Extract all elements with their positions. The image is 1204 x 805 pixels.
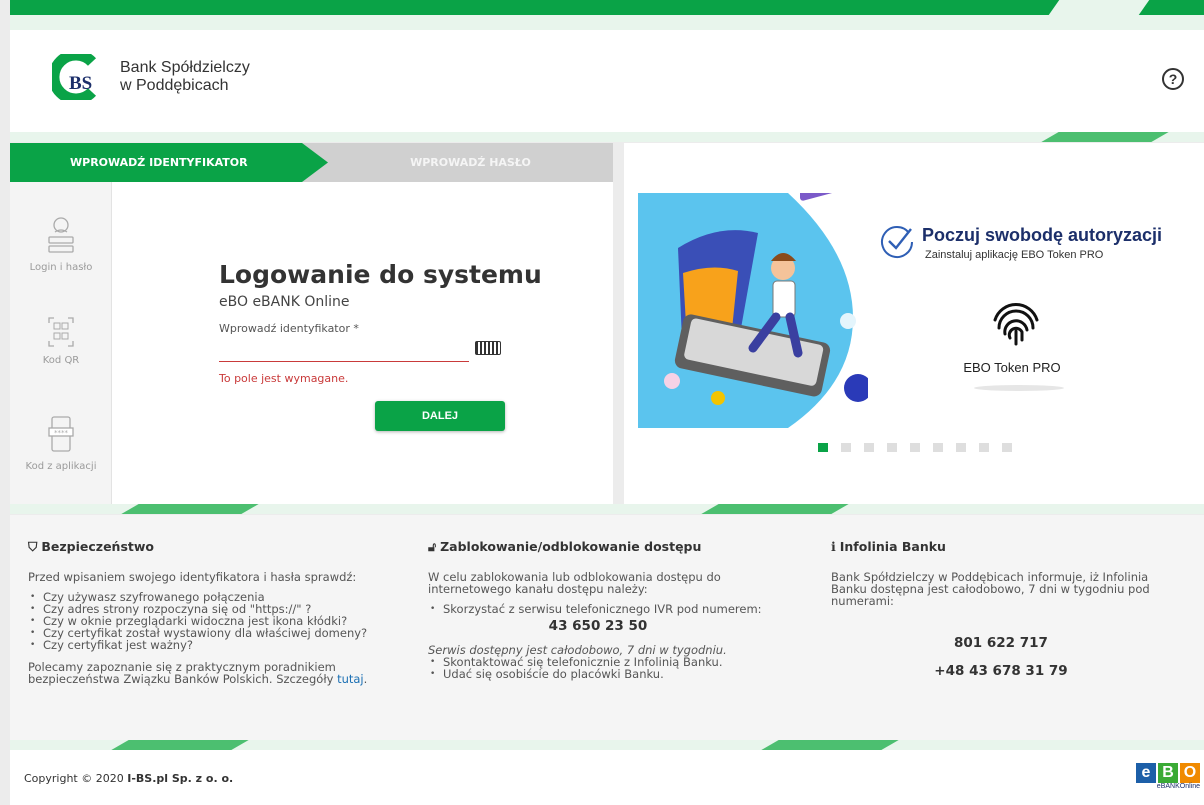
bank-name-line2: w Poddębicach <box>120 77 229 94</box>
bs-logo-icon: BS <box>52 54 97 100</box>
identifier-input[interactable] <box>219 342 469 362</box>
security-title: Bezpieczeństwo <box>41 539 154 554</box>
method-qr-code[interactable]: Kod QR <box>10 315 112 366</box>
info-icon: ℹ <box>831 539 836 554</box>
security-guide-link[interactable]: tutaj <box>337 672 364 686</box>
site-footer: Copyright © 2020 I-BS.pl Sp. z o. o. e B… <box>10 750 1204 805</box>
bank-name-line1: Bank Spółdzielczy <box>120 59 250 76</box>
check-circle-icon <box>881 226 913 258</box>
token-shadow <box>974 385 1064 391</box>
qr-code-icon <box>48 317 74 347</box>
carousel-dot[interactable] <box>979 443 989 452</box>
security-intro: Przed wpisaniem swojego identyfikatora i… <box>28 570 357 584</box>
unlock-icon: 🔓︎ <box>428 539 437 554</box>
login-panel: WPROWADŹ IDENTYFIKATOR WPROWADŹ HASŁO Lo… <box>10 143 613 504</box>
carousel-dots <box>818 443 1012 452</box>
top-accent-bar <box>10 0 1204 30</box>
virtual-keyboard-icon[interactable] <box>475 341 501 355</box>
promo-title: Poczuj swobodę autoryzacji <box>922 225 1163 245</box>
security-outro-line2: bezpieczeństwa Związku Banków Polskich. … <box>28 672 334 686</box>
hotline-column: ℹ Infolinia Banku Bank Spółdzielczy w Pod… <box>831 539 1201 678</box>
login-form: Logowanie do systemu eBO eBANK Online Wp… <box>113 182 613 504</box>
info-section: ⛉ Bezpieczeństwo Przed wpisaniem swojego … <box>10 515 1204 740</box>
method-app-code[interactable]: **** Kod z aplikacji <box>10 415 112 472</box>
carousel-dot[interactable] <box>910 443 920 452</box>
carousel-dot[interactable] <box>864 443 874 452</box>
ebo-logo: e B O eBANKOnline <box>1136 763 1200 790</box>
step-enter-password: WPROWADŹ HASŁO <box>410 156 531 169</box>
carousel-dot[interactable] <box>933 443 943 452</box>
hotline-phone-1[interactable]: 801 622 717 <box>831 636 1171 650</box>
mobile-app-icon: **** <box>48 416 74 452</box>
carousel-dot[interactable] <box>887 443 897 452</box>
method-login-password[interactable]: Login i hasło <box>10 216 112 273</box>
carousel-dot[interactable] <box>1002 443 1012 452</box>
promo-banner[interactable]: Poczuj swobodę autoryzacji Zainstaluj ap… <box>624 143 1204 504</box>
promo-subtitle: Zainstaluj aplikację EBO Token PRO <box>925 249 1104 261</box>
access-block-column: 🔓︎ Zablokowanie/odblokowanie dostępu W ce… <box>428 539 808 690</box>
promo-illustration <box>638 193 868 428</box>
carousel-dot[interactable] <box>956 443 966 452</box>
separator-band <box>10 132 1204 142</box>
list-item: Udać się osobiście do placówki Banku. <box>428 668 808 680</box>
identifier-label: Wprowadź identyfikator * <box>219 322 359 335</box>
method-label: Kod QR <box>42 355 80 366</box>
separator-band <box>10 504 1204 514</box>
carousel-dot[interactable] <box>841 443 851 452</box>
block-intro-line2: internetowego kanału dostępu należy: <box>428 582 648 596</box>
token-app-name: EBO Token PRO <box>963 360 1061 375</box>
hotline-text-line3: numerami: <box>831 594 894 608</box>
svg-text:BS: BS <box>69 73 92 94</box>
step-enter-id: WPROWADŹ IDENTYFIKATOR <box>10 143 328 182</box>
ivr-number: 43 650 23 50 <box>548 618 648 634</box>
login-title: Logowanie do systemu <box>219 260 542 289</box>
site-header: BS Bank Spółdzielczy w Poddębicach ? <box>10 30 1204 132</box>
login-steps: WPROWADŹ IDENTYFIKATOR WPROWADŹ HASŁO <box>10 143 613 182</box>
carousel-dot[interactable] <box>818 443 828 452</box>
login-method-menu: Login i hasło Kod QR **** Kod z aplikacj… <box>10 182 112 504</box>
bank-logo[interactable]: BS Bank Spółdzielczy w Poddębicach <box>52 54 250 100</box>
shield-icon: ⛉ <box>28 539 38 554</box>
user-password-icon <box>48 217 74 253</box>
list-item: Skorzystać z serwisu telefonicznego IVR … <box>428 603 808 615</box>
hotline-phone-2[interactable]: +48 43 678 31 79 <box>831 664 1171 678</box>
security-column: ⛉ Bezpieczeństwo Przed wpisaniem swojego … <box>28 539 408 693</box>
copyright-prefix: Copyright © 2020 <box>24 772 124 785</box>
security-checklist: Czy używasz szyfrowanego połączenia Czy … <box>28 591 408 651</box>
company-name: I-BS.pl Sp. z o. o. <box>127 772 234 785</box>
fingerprint-icon <box>993 303 1039 346</box>
link-suffix: . <box>363 672 368 686</box>
list-item: Czy certyfikat jest ważny? <box>28 639 408 651</box>
copyright: Copyright © 2020 I-BS.pl Sp. z o. o. <box>24 772 233 785</box>
hotline-title: Infolinia Banku <box>839 539 946 554</box>
ebo-tagline: eBANKOnline <box>1156 783 1200 790</box>
svg-text:****: **** <box>54 429 69 437</box>
help-icon[interactable]: ? <box>1162 68 1184 90</box>
block-title: Zablokowanie/odblokowanie dostępu <box>440 539 702 554</box>
identifier-error: To pole jest wymagane. <box>219 372 349 385</box>
login-subtitle: eBO eBANK Online <box>219 294 350 310</box>
separator-band <box>10 740 1204 750</box>
next-button[interactable]: DALEJ <box>375 401 505 431</box>
method-label: Login i hasło <box>29 262 93 273</box>
method-label: Kod z aplikacji <box>25 461 97 472</box>
